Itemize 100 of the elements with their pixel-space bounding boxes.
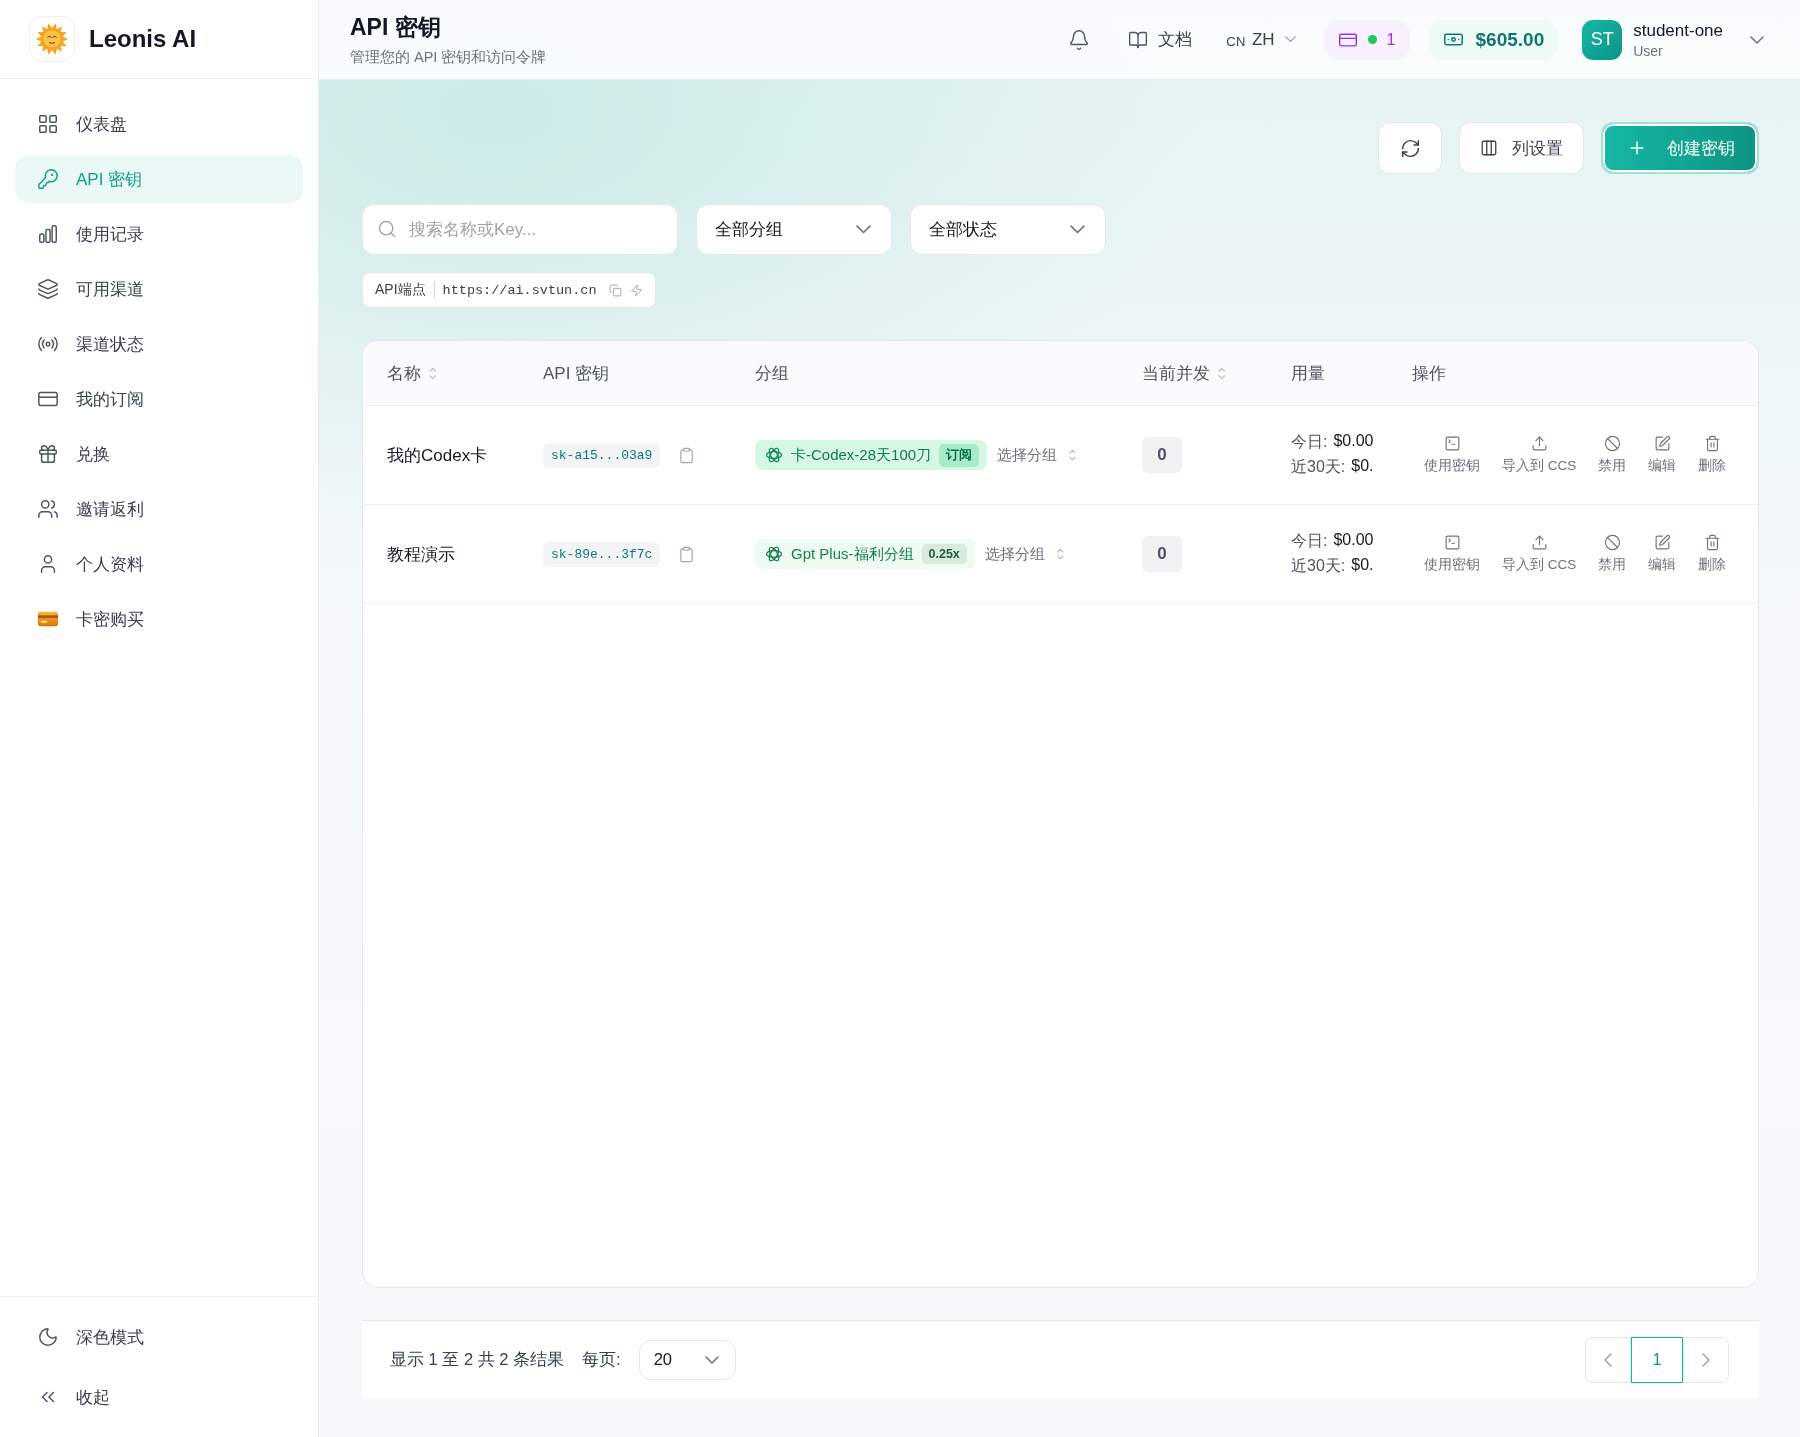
ban-icon xyxy=(1603,435,1621,452)
clipboard-icon[interactable] xyxy=(678,446,696,464)
column-header: 分组 xyxy=(755,362,789,385)
concurrency-value: 0 xyxy=(1142,437,1182,473)
import-button[interactable]: 导入到 CCS xyxy=(1502,534,1577,574)
sun-logo-icon xyxy=(29,16,75,62)
delete-button[interactable]: 删除 xyxy=(1698,435,1727,475)
upload-icon xyxy=(1530,534,1548,551)
page-size-select[interactable]: 20 xyxy=(638,1339,736,1380)
chevron-down-icon xyxy=(856,225,871,234)
group-badge: 订阅 xyxy=(939,443,980,467)
clipboard-icon[interactable] xyxy=(678,545,696,563)
bolt-icon[interactable] xyxy=(629,283,643,297)
api-key-code: sk-89e...3f7c xyxy=(543,541,661,567)
edit-icon xyxy=(1653,435,1671,452)
trash-icon xyxy=(1703,435,1721,452)
sort-icon xyxy=(1218,366,1226,380)
group-filter-select[interactable]: 全部分组 xyxy=(696,204,892,255)
group-badge: 0.25x xyxy=(921,544,967,564)
page-title: API 密钥 xyxy=(350,13,442,42)
nav-item[interactable]: 邀请返利 xyxy=(15,485,303,533)
terminal-icon xyxy=(1443,534,1461,551)
results-summary: 显示 1 至 2 共 2 条结果 xyxy=(390,1348,565,1370)
nav-item[interactable]: 个人资料 xyxy=(15,540,303,588)
edit-icon xyxy=(1653,534,1671,551)
chevron-down-icon xyxy=(1284,36,1296,43)
usage-value: $0. xyxy=(1351,556,1374,575)
chevron-down-icon xyxy=(1750,35,1764,44)
nav-item[interactable]: 收起 xyxy=(15,1373,303,1421)
use-key-button[interactable]: 使用密钥 xyxy=(1424,435,1480,475)
delete-button[interactable]: 删除 xyxy=(1698,534,1727,574)
moon-icon xyxy=(37,1326,59,1348)
nav-item[interactable]: 渠道状态 xyxy=(15,320,303,368)
ban-icon xyxy=(1603,534,1621,551)
endpoint-url: https://ai.svtun.cn xyxy=(442,282,597,298)
columns-icon xyxy=(1480,139,1498,157)
chevron-down-icon xyxy=(704,1355,719,1364)
atom-icon xyxy=(765,545,783,563)
page-button[interactable]: 1 xyxy=(1631,1336,1683,1383)
sortable-column-header[interactable]: 名称 xyxy=(387,361,437,385)
column-header: 用量 xyxy=(1291,362,1325,385)
subscriptions-pill[interactable]: 1 xyxy=(1323,19,1410,60)
use-key-button[interactable]: 使用密钥 xyxy=(1424,534,1480,574)
usage-label: 近30天: xyxy=(1291,556,1346,576)
group-name: Gpt Plus-福利分组 xyxy=(791,544,914,564)
key-name: 教程演示 xyxy=(387,543,455,566)
balance-pill[interactable]: $605.00 xyxy=(1428,19,1559,60)
group-select[interactable]: 选择分组 xyxy=(984,544,1064,564)
refresh-icon xyxy=(1399,137,1421,159)
import-button[interactable]: 导入到 CCS xyxy=(1502,435,1577,475)
page-size-label: 每页: xyxy=(582,1348,621,1370)
column-settings-button[interactable]: 列设置 xyxy=(1459,122,1584,174)
sort-icon xyxy=(429,366,437,380)
bell-icon[interactable] xyxy=(1068,28,1091,51)
usage-label: 今日: xyxy=(1291,531,1328,551)
refresh-button[interactable] xyxy=(1378,122,1442,174)
user-avatar: ST xyxy=(1582,19,1623,60)
edit-button[interactable]: 编辑 xyxy=(1648,435,1677,475)
user-name: student-one xyxy=(1633,20,1723,41)
key-icon xyxy=(37,168,59,190)
status-dot-icon xyxy=(1367,35,1377,44)
atom-icon xyxy=(765,446,783,464)
nav-item[interactable]: 深色模式 xyxy=(15,1313,303,1361)
usage-value: $0.00 xyxy=(1333,531,1374,550)
nav-item[interactable]: 兑换 xyxy=(15,430,303,478)
disable-button[interactable]: 禁用 xyxy=(1598,435,1627,475)
book-icon xyxy=(1128,29,1149,50)
bar-chart-icon xyxy=(37,223,59,245)
chevron-right-icon xyxy=(1702,1352,1710,1367)
upload-icon xyxy=(1530,435,1548,452)
page-subtitle: 管理您的 API 密钥和访问令牌 xyxy=(350,48,547,67)
docs-link[interactable]: 文档 xyxy=(1128,28,1193,51)
nav-item[interactable]: 卡密购买 xyxy=(15,595,303,643)
column-header: 操作 xyxy=(1412,362,1446,385)
gift-icon xyxy=(37,443,59,465)
column-header: API 密钥 xyxy=(543,362,610,385)
nav-item[interactable]: 我的订阅 xyxy=(15,375,303,423)
nav-item[interactable]: 使用记录 xyxy=(15,210,303,258)
chevron-left-icon xyxy=(1604,1352,1612,1367)
usage-label: 今日: xyxy=(1291,432,1328,452)
search-field[interactable]: 搜索名称或Key... xyxy=(362,204,678,255)
status-filter-select[interactable]: 全部状态 xyxy=(910,204,1106,255)
api-key-code: sk-a15...03a9 xyxy=(543,442,661,468)
concurrency-value: 0 xyxy=(1142,536,1182,572)
endpoint-label: API端点 xyxy=(375,281,426,299)
language-dropdown[interactable]: CN ZH xyxy=(1226,21,1296,58)
layers-icon xyxy=(37,278,59,300)
chevrons-up-down-icon xyxy=(1069,449,1076,461)
nav-item[interactable]: 可用渠道 xyxy=(15,265,303,313)
usage-value: $0.00 xyxy=(1333,432,1374,451)
disable-button[interactable]: 禁用 xyxy=(1598,534,1627,574)
user-menu[interactable]: ST student-one User xyxy=(1582,19,1764,60)
grid-icon xyxy=(37,113,59,135)
group-select[interactable]: 选择分组 xyxy=(997,445,1076,465)
copy-icon[interactable] xyxy=(608,283,622,297)
sortable-column-header[interactable]: 当前并发 xyxy=(1142,361,1226,385)
usage-value: $0. xyxy=(1351,457,1374,476)
edit-button[interactable]: 编辑 xyxy=(1648,534,1677,574)
nav-item[interactable]: 仪表盘 xyxy=(15,100,303,148)
users-icon xyxy=(37,498,59,520)
